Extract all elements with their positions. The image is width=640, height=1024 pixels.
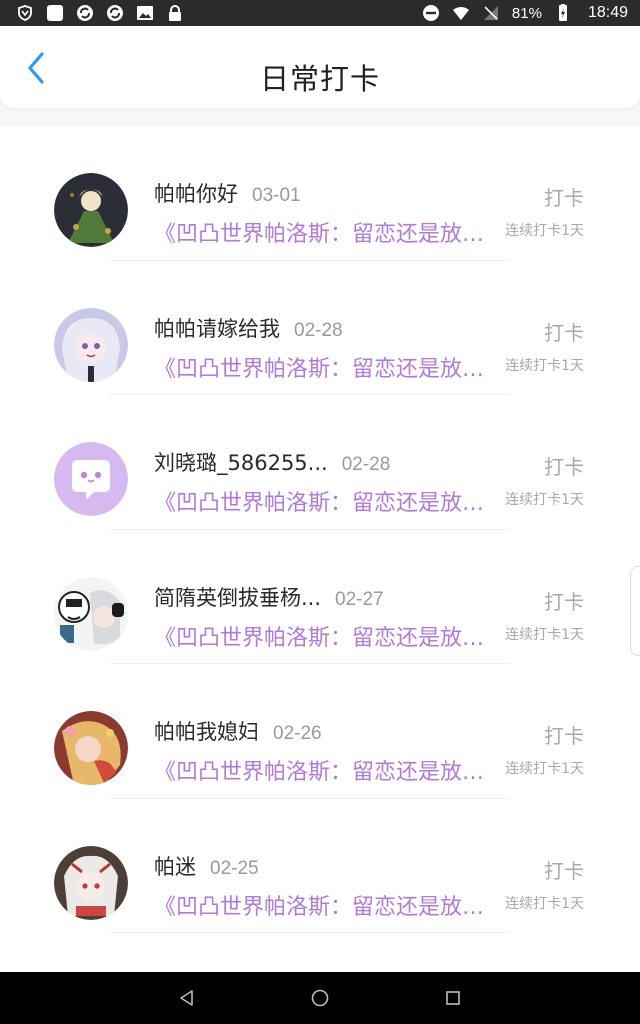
topic-link[interactable]: 《凹凸世界帕洛斯：留恋还是放下》	[154, 889, 500, 921]
sync-icon	[76, 4, 94, 22]
user-name: 帕帕你好 03-01	[154, 178, 301, 208]
user-name: 简隋英倒拔垂杨... 02-27	[154, 582, 384, 612]
checkin-row[interactable]: 帕帕我媳妇 02-26 《凹凸世界帕洛斯：留恋还是放下》 打卡 连续打卡1天	[0, 664, 640, 799]
recents-square-icon	[446, 991, 461, 1005]
checkin-list: 帕帕你好 03-01 《凹凸世界帕洛斯：留恋还是放下》 打卡 连续打卡1天 帕帕请…	[0, 126, 640, 972]
user-name-text: 帕帕我媳妇	[154, 720, 259, 744]
checkin-row[interactable]: 帕迷 02-25 《凹凸世界帕洛斯：留恋还是放下》 打卡 连续打卡1天	[0, 799, 640, 933]
user-name: 刘晓璐_586255... 02-28	[154, 447, 390, 477]
topic-link[interactable]: 《凹凸世界帕洛斯：留恋还是放下》	[154, 485, 500, 517]
checkin-row[interactable]: 帕帕请嫁给我 02-28 《凹凸世界帕洛斯：留恋还是放下》 打卡 连续打卡1天	[0, 261, 640, 395]
user-name-text: 帕帕请嫁给我	[154, 316, 280, 341]
nav-home-button[interactable]	[300, 978, 340, 1018]
avatar[interactable]	[54, 576, 128, 651]
checkin-button[interactable]: 打卡	[544, 720, 584, 749]
checkin-date: 02-26	[273, 723, 322, 744]
system-nav-bar	[0, 972, 640, 1024]
status-bar: 81% 18:49	[0, 0, 640, 26]
checkin-button[interactable]: 打卡	[544, 451, 584, 480]
avatar[interactable]	[54, 845, 128, 920]
lock-icon	[166, 4, 184, 22]
app-header: 日常打卡	[0, 26, 640, 108]
back-triangle-icon	[179, 990, 193, 1006]
checkin-button[interactable]: 打卡	[544, 855, 584, 884]
image-icon	[136, 4, 154, 22]
checkin-date: 02-27	[335, 588, 384, 610]
avatar[interactable]	[54, 307, 128, 382]
streak-label: 连续打卡1天	[505, 492, 584, 508]
streak-label: 连续打卡1天	[505, 357, 584, 374]
divider	[110, 932, 510, 933]
topic-link[interactable]: 《凹凸世界帕洛斯：留恋还是放下》	[154, 754, 500, 786]
checkin-button[interactable]: 打卡	[544, 317, 584, 346]
user-name: 帕迷 02-25	[154, 851, 259, 881]
checkin-row[interactable]: 简隋英倒拔垂杨... 02-27 《凹凸世界帕洛斯：留恋还是放下》 打卡 连续打卡…	[0, 530, 640, 664]
streak-label: 连续打卡1天	[505, 895, 584, 912]
page-title: 日常打卡	[259, 62, 380, 96]
shield-icon	[16, 4, 34, 22]
checkin-button[interactable]: 打卡	[544, 182, 584, 211]
nav-back-button[interactable]	[167, 978, 207, 1018]
nav-recents-button[interactable]	[433, 978, 473, 1018]
dnd-icon	[422, 4, 440, 22]
streak-label: 连续打卡1天	[505, 626, 584, 643]
checkin-row[interactable]: 刘晓璐_586255... 02-28 《凹凸世界帕洛斯：留恋还是放下》 打卡 连…	[0, 395, 640, 530]
avatar[interactable]	[54, 173, 128, 247]
checkin-date: 02-28	[341, 454, 391, 475]
topic-link[interactable]: 《凹凸世界帕洛斯：留恋还是放下》	[154, 620, 500, 652]
square-icon	[46, 4, 64, 22]
topic-link[interactable]: 《凹凸世界帕洛斯：留恋还是放下》	[154, 216, 500, 248]
checkin-date: 02-28	[294, 319, 343, 341]
avatar[interactable]	[54, 442, 128, 516]
edge-drag-handle[interactable]	[630, 566, 640, 656]
user-name-text: 帕迷	[154, 854, 196, 879]
user-name-text: 帕帕你好	[154, 182, 238, 206]
checkin-date: 02-25	[210, 857, 259, 879]
checkin-button[interactable]: 打卡	[544, 586, 584, 615]
user-name-text: 刘晓璐_586255...	[154, 451, 328, 475]
status-left	[16, 4, 184, 22]
wifi-icon	[452, 4, 470, 22]
home-circle-icon	[311, 989, 329, 1007]
streak-label: 连续打卡1天	[505, 761, 584, 777]
battery-charging-icon	[554, 4, 572, 22]
no-signal-icon	[482, 4, 500, 22]
sync-icon	[106, 4, 124, 22]
topic-link[interactable]: 《凹凸世界帕洛斯：留恋还是放下》	[154, 351, 500, 383]
checkin-date: 03-01	[252, 185, 301, 206]
battery-percent: 81%	[511, 4, 542, 22]
avatar[interactable]	[54, 711, 128, 785]
user-name: 帕帕请嫁给我 02-28	[154, 313, 343, 343]
checkin-row[interactable]: 帕帕你好 03-01 《凹凸世界帕洛斯：留恋还是放下》 打卡 连续打卡1天	[0, 126, 640, 261]
clock: 18:49	[587, 4, 628, 21]
user-name-text: 简隋英倒拔垂杨...	[154, 585, 322, 610]
user-name: 帕帕我媳妇 02-26	[154, 716, 322, 746]
status-right: 81% 18:49	[422, 4, 628, 22]
streak-label: 连续打卡1天	[505, 223, 584, 239]
